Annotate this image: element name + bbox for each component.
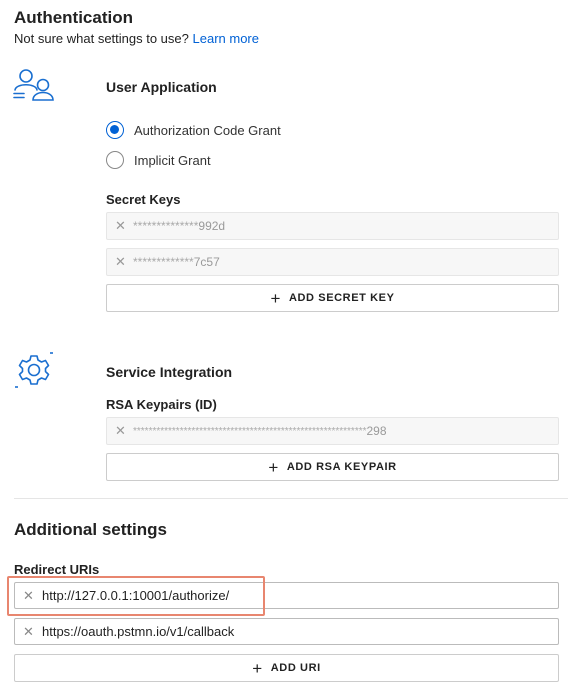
authorization-code-grant-option[interactable]: Authorization Code Grant <box>106 121 281 139</box>
authentication-subtitle: Not sure what settings to use? Learn mor… <box>14 31 259 46</box>
add-uri-label: ADD URI <box>270 662 321 674</box>
add-secret-key-label: ADD SECRET KEY <box>288 292 395 304</box>
plus-icon: + <box>270 288 281 308</box>
secret-key-field: ✕ ************** 992d <box>106 212 559 240</box>
radio-unselected-icon[interactable] <box>106 151 124 169</box>
secret-key-field: ✕ ************* 7c57 <box>106 248 559 276</box>
redirect-uris-label: Redirect URIs <box>14 562 100 577</box>
secret-key-suffix: 992d <box>198 219 226 233</box>
authentication-title: Authentication <box>14 8 133 27</box>
add-rsa-keypair-label: ADD RSA KEYPAIR <box>286 461 397 473</box>
secret-key-mask: ************* <box>133 255 194 269</box>
implicit-grant-option[interactable]: Implicit Grant <box>106 151 211 169</box>
radio-selected-icon[interactable] <box>106 121 124 139</box>
rsa-keypair-suffix: 298 <box>366 424 387 438</box>
rsa-keypair-mask: ****************************************… <box>133 425 367 437</box>
authentication-subtitle-text: Not sure what settings to use? <box>14 31 189 46</box>
remove-icon[interactable]: ✕ <box>115 218 133 234</box>
authorization-code-grant-label: Authorization Code Grant <box>134 122 281 138</box>
highlight-annotation <box>7 576 265 616</box>
rsa-keypair-field: ✕ **************************************… <box>106 417 559 445</box>
remove-icon[interactable]: ✕ <box>115 423 133 439</box>
plus-icon: + <box>252 658 263 678</box>
redirect-uri-field[interactable]: ✕ https://oauth.pstmn.io/v1/callback <box>14 618 559 645</box>
add-rsa-keypair-button[interactable]: + ADD RSA KEYPAIR <box>106 453 559 481</box>
learn-more-link[interactable]: Learn more <box>193 31 259 46</box>
redirect-uri-value: https://oauth.pstmn.io/v1/callback <box>42 624 235 639</box>
remove-icon[interactable]: ✕ <box>23 624 42 640</box>
rsa-keypairs-label: RSA Keypairs (ID) <box>106 397 217 412</box>
section-divider <box>14 498 568 499</box>
plus-icon: + <box>268 457 279 477</box>
additional-settings-title: Additional settings <box>14 520 167 539</box>
implicit-grant-label: Implicit Grant <box>134 152 211 168</box>
service-integration-title: Service Integration <box>106 364 233 380</box>
add-uri-button[interactable]: + ADD URI <box>14 654 559 682</box>
secret-keys-label: Secret Keys <box>106 192 181 207</box>
add-secret-key-button[interactable]: + ADD SECRET KEY <box>106 284 559 312</box>
gear-icon <box>14 350 54 390</box>
secret-key-suffix: 7c57 <box>193 255 220 269</box>
users-icon <box>12 68 56 102</box>
user-application-title: User Application <box>106 79 217 95</box>
secret-key-mask: ************** <box>133 219 199 233</box>
remove-icon[interactable]: ✕ <box>115 254 133 270</box>
